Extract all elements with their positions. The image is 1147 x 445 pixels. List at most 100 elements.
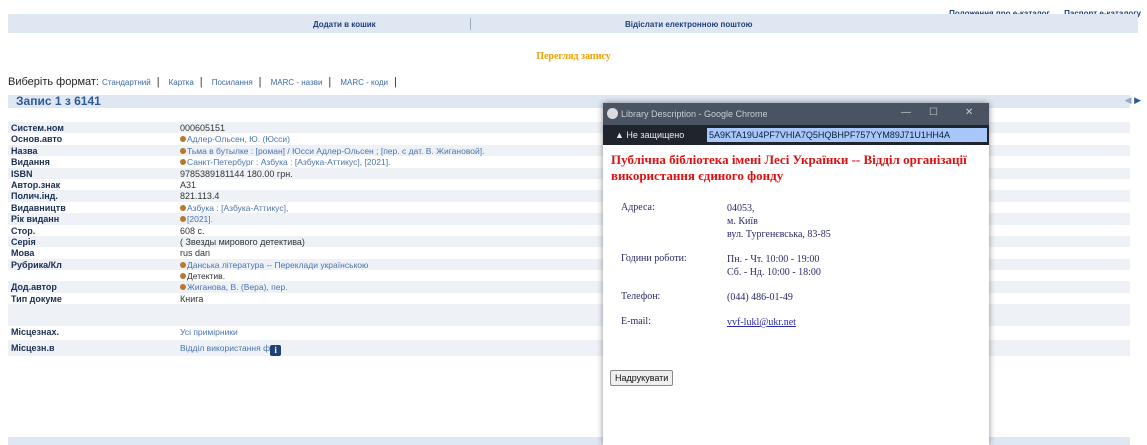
field-value: ( Звезды мирового детектива) <box>180 236 305 247</box>
field-label: Рік виданн <box>11 214 60 225</box>
field-label: Мова <box>11 248 35 259</box>
field-label: Автор.знак <box>11 179 61 190</box>
field-label: Серія <box>11 236 36 247</box>
send-email-button[interactable]: Відіслати електронною поштою <box>625 20 752 29</box>
format-card[interactable]: Картка <box>169 78 194 87</box>
popup-content: Публічна бібліотека імені Лесі Українки … <box>603 145 989 348</box>
field-label: Назва <box>11 145 38 156</box>
bullet-icon <box>180 136 186 143</box>
field-value: 000605151 <box>180 123 226 133</box>
contact-table: Адреса: 04053, м. Київ вул. Тургенєвська… <box>611 202 981 329</box>
action-bar: Додати в кошик Відіслати електронною пош… <box>8 14 1138 33</box>
record-counter: Запис 1 з 6141 <box>16 94 101 108</box>
field-value: А31 <box>180 179 197 190</box>
address-line: вул. Тургенєвська, 83-85 <box>727 229 831 240</box>
field-value: Книга <box>180 293 204 304</box>
field-label: Систем.ном <box>11 123 64 133</box>
field-value-link[interactable]: Азбука : [Азбука-Аттикус], <box>180 203 288 213</box>
security-status[interactable]: ▲ Не защищено <box>615 130 684 140</box>
maximize-icon[interactable]: ☐ <box>929 107 938 118</box>
email-link[interactable]: vvf-lukl@ukr.net <box>727 317 796 328</box>
field-label: Місцезнах. <box>11 327 59 338</box>
publisher-link[interactable]: Азбука : [Азбука-Аттикус], <box>187 203 288 213</box>
address-label: Адреса: <box>621 202 655 213</box>
subject-link[interactable]: Данська література -- Переклади українсь… <box>187 260 368 270</box>
format-marc-codes[interactable]: MARC - коди <box>340 78 388 87</box>
not-secure-label: Не защищено <box>626 130 685 140</box>
bullet-icon <box>180 147 186 154</box>
url-field[interactable]: 5A9KTA19U4PF7VHIA7Q5HQBHPF757YYM89J71U1H… <box>707 128 987 142</box>
library-description-popup: Library Description - Google Chrome — ☐ … <box>603 103 989 445</box>
bullet-icon <box>180 204 186 211</box>
bullet-icon <box>180 216 186 223</box>
field-label: Рубрика/Кл <box>11 259 62 270</box>
hours-line: Сб. - Нд. 10:00 - 18:00 <box>727 267 821 278</box>
next-record-icon[interactable]: ▶ <box>1134 95 1141 105</box>
field-label: Стор. <box>11 225 36 236</box>
address-row: Адреса: 04053, м. Київ вул. Тургенєвська… <box>611 202 981 241</box>
address-bar: ▲ Не защищено 5A9KTA19U4PF7VHIA7Q5HQBHPF… <box>603 125 989 145</box>
bullet-icon <box>180 261 186 268</box>
bullet-icon <box>180 284 186 291</box>
print-button[interactable]: Надрукувати <box>610 370 674 386</box>
year-link[interactable]: [2021]. <box>187 214 213 224</box>
email-label: E-mail: <box>621 316 651 327</box>
hours-line: Пн. - Чт. 10:00 - 19:00 <box>727 254 820 265</box>
subject-link[interactable]: Детектив. <box>187 271 225 281</box>
bullet-icon <box>180 159 186 166</box>
format-label: Виберіть формат: <box>8 76 99 88</box>
phone-value: (044) 486-01-49 <box>727 292 793 303</box>
field-label: ISBN <box>11 168 33 179</box>
field-value-link[interactable]: Жиганова, В. (Вера), пер. <box>180 282 288 292</box>
format-standard[interactable]: Стандартний <box>102 78 151 87</box>
address-line: 04053, <box>727 203 755 214</box>
field-label: Полич.інд. <box>11 191 58 202</box>
popup-window-title: Library Description - Google Chrome <box>621 109 768 119</box>
separator <box>470 18 471 30</box>
email-row: E-mail: vvf-lukl@ukr.net <box>611 316 981 329</box>
field-label: Видавництв <box>11 202 66 213</box>
minimize-icon[interactable]: — <box>901 107 911 118</box>
field-value: 608 с. <box>180 225 205 236</box>
location-link[interactable]: Відділ використання ф <box>180 343 270 353</box>
chrome-icon <box>607 108 618 119</box>
hours-row: Години роботи: Пн. - Чт. 10:00 - 19:00 С… <box>611 253 981 279</box>
page-title: Перегляд запису <box>536 51 611 62</box>
close-icon[interactable]: ✕ <box>965 107 973 118</box>
address-value: 04053, м. Київ вул. Тургенєвська, 83-85 <box>727 202 831 241</box>
record-nav: ◀ ▶ <box>1125 95 1141 106</box>
field-value-link[interactable]: Адлер-Ольсен, Ю. (Юсси) <box>180 134 290 144</box>
phone-row: Телефон: (044) 486-01-49 <box>611 291 981 304</box>
field-value: 821.113.4 <box>180 191 220 202</box>
field-value-link[interactable]: [2021]. <box>180 214 213 224</box>
hours-label: Години роботи: <box>621 253 687 264</box>
format-citation[interactable]: Посилання <box>212 78 253 87</box>
author-link[interactable]: Адлер-Ольсен, Ю. (Юсси) <box>187 134 290 144</box>
holdings-link[interactable]: Усі примірники <box>180 327 238 337</box>
phone-label: Телефон: <box>621 291 661 302</box>
field-label: Дод.автор <box>11 282 57 293</box>
field-value-link[interactable]: Відділ використання фi <box>180 343 282 357</box>
prev-record-icon[interactable]: ◀ <box>1125 95 1132 105</box>
bullet-icon <box>180 273 186 280</box>
field-value: rus dan <box>180 248 211 259</box>
field-value: 9785389181144 180.00 грн. <box>180 168 293 179</box>
library-heading: Публічна бібліотека імені Лесі Українки … <box>611 152 967 183</box>
title-link[interactable]: Тьма в бутылке : [роман] / Юсси Адлер-Ол… <box>187 146 484 156</box>
field-value-link[interactable]: Санкт-Петербург : Азбука : [Азбука-Аттик… <box>180 157 390 167</box>
info-icon[interactable]: i <box>270 345 282 357</box>
edition-link[interactable]: Санкт-Петербург : Азбука : [Азбука-Аттик… <box>187 157 390 167</box>
field-label: Основ.авто <box>11 134 63 145</box>
field-value-link[interactable]: Тьма в бутылке : [роман] / Юсси Адлер-Ол… <box>180 146 484 156</box>
popup-titlebar: Library Description - Google Chrome — ☐ … <box>603 103 989 125</box>
field-label: Видання <box>11 157 50 168</box>
format-marc-names[interactable]: MARC - назви <box>271 78 323 87</box>
hours-value: Пн. - Чт. 10:00 - 19:00 Сб. - Нд. 10:00 … <box>727 253 821 279</box>
field-label: Місцезн.в <box>11 343 55 354</box>
field-value-link[interactable]: Данська література -- Переклади українсь… <box>180 260 368 270</box>
added-author-link[interactable]: Жиганова, В. (Вера), пер. <box>187 282 288 292</box>
add-to-basket-button[interactable]: Додати в кошик <box>313 20 376 29</box>
field-label: Тип докуме <box>11 293 62 304</box>
format-selector: Виберіть формат: Стандартний | Картка | По… <box>8 76 397 88</box>
field-value-link[interactable]: Детектив. <box>180 271 225 281</box>
